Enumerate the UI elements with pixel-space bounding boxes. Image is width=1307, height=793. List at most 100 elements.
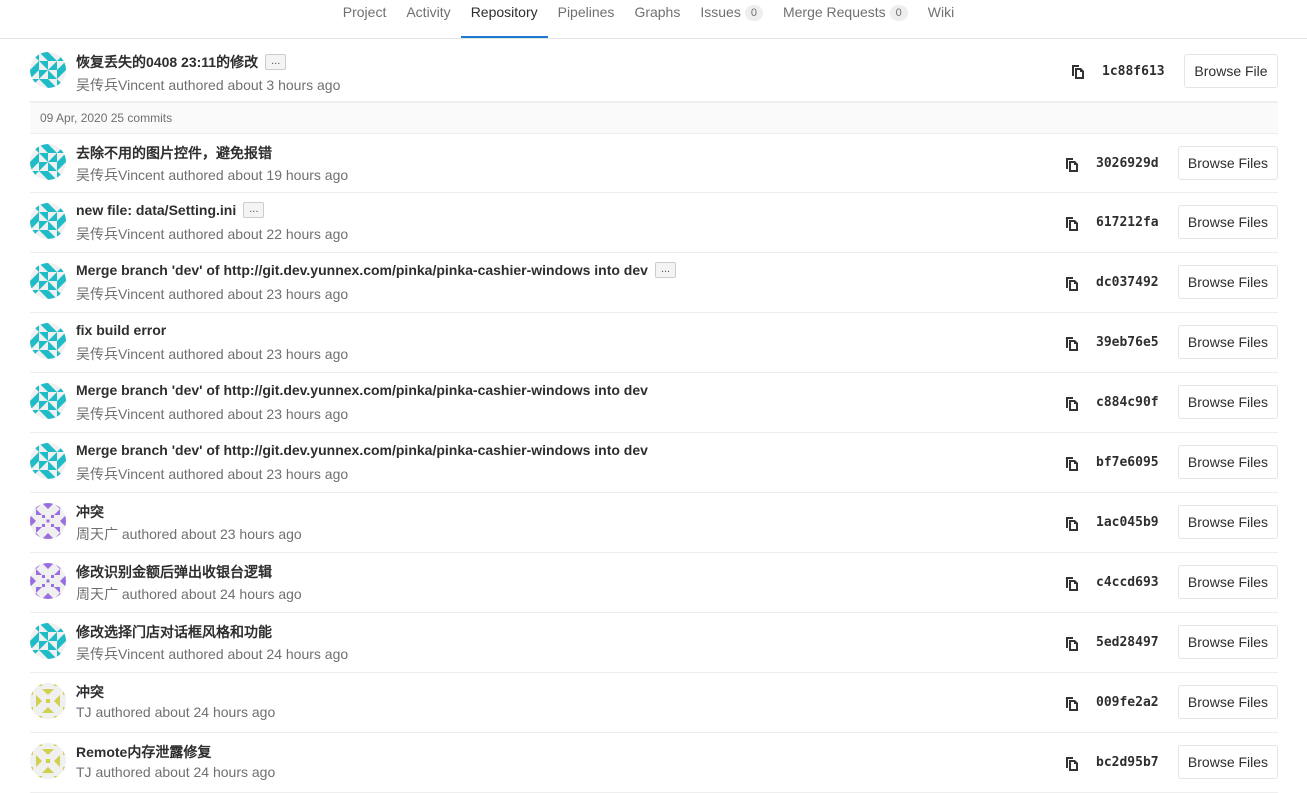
commit-sha-link[interactable]: bc2d95b7 [1096, 755, 1159, 770]
commit-title-link[interactable]: fix build error [76, 322, 166, 338]
commit-sha-link[interactable]: 39eb76e5 [1096, 335, 1159, 350]
avatar[interactable] [30, 203, 66, 239]
browse-files-button[interactable]: Browse Files [1178, 505, 1278, 539]
commit-sha-link[interactable]: 617212fa [1096, 215, 1159, 230]
tab-merge-requests[interactable]: Merge Requests 0 [773, 0, 918, 34]
commit-title-line: 去除不用的图片控件，避免报错 [76, 143, 272, 163]
commit-sha-link[interactable]: c4ccd693 [1096, 575, 1159, 590]
avatar[interactable] [30, 52, 66, 88]
commit-row: 恢复丢失的0408 23:11的修改... 吴传兵Vincent authored… [30, 39, 1278, 102]
commit-sha-link[interactable]: c884c90f [1096, 395, 1159, 410]
tab-repository[interactable]: Repository [460, 0, 548, 38]
browse-files-button[interactable]: Browse Files [1178, 325, 1278, 359]
commit-title-link[interactable]: Merge branch 'dev' of http://git.dev.yun… [76, 262, 648, 278]
tab-label: Wiki [927, 4, 955, 20]
clipboard-icon[interactable] [1065, 395, 1079, 411]
browse-files-button[interactable]: Browse Files [1178, 385, 1278, 419]
avatar[interactable] [30, 743, 66, 779]
clipboard-icon[interactable] [1065, 215, 1079, 231]
browse-files-button[interactable]: Browse Files [1178, 625, 1278, 659]
tab-activity[interactable]: Activity [396, 0, 460, 34]
browse-files-button[interactable]: Browse Files [1178, 205, 1278, 239]
commit-title-line: Remote内存泄露修复 [76, 742, 211, 762]
commit-author-meta: 吴传兵Vincent authored about 23 hours ago [76, 346, 349, 362]
avatar[interactable] [30, 323, 66, 359]
commit-sha-link[interactable]: 1c88f613 [1102, 64, 1165, 79]
browse-files-button[interactable]: Browse Files [1178, 146, 1278, 180]
expand-description-button[interactable]: ... [654, 262, 677, 278]
tab-wiki[interactable]: Wiki [918, 0, 964, 34]
tab-pipelines[interactable]: Pipelines [548, 0, 625, 34]
expand-description-button[interactable]: ... [265, 54, 287, 70]
commit-author-meta: 周天广 authored about 24 hours ago [76, 586, 302, 602]
clipboard-icon[interactable] [1065, 156, 1079, 172]
commit-sha-link[interactable]: 009fe2a2 [1096, 695, 1159, 710]
avatar[interactable] [30, 683, 66, 719]
count-badge: 0 [744, 5, 763, 21]
commit-title-link[interactable]: 去除不用的图片控件，避免报错 [76, 143, 272, 163]
clipboard-icon[interactable] [1065, 335, 1079, 351]
commit-title-line: 冲突 [76, 502, 104, 522]
tab-label: Issues [700, 4, 741, 20]
commit-sha-link[interactable]: 1ac045b9 [1096, 515, 1159, 530]
commit-sha-link[interactable]: 3026929d [1096, 156, 1159, 171]
commit-row: new file: data/Setting.ini... 吴传兵Vincent … [30, 193, 1278, 253]
clipboard-icon[interactable] [1065, 635, 1079, 651]
commit-title-link[interactable]: 修改选择门店对话框风格和功能 [76, 622, 272, 642]
commit-row: fix build error 吴传兵Vincent authored about… [30, 313, 1278, 373]
tab-graphs[interactable]: Graphs [624, 0, 690, 34]
commit-row: Merge branch 'dev' of http://git.dev.yun… [30, 433, 1278, 493]
commit-title-link[interactable]: 冲突 [76, 502, 104, 522]
day-header: 09 Apr, 2020 25 commits [30, 102, 1278, 134]
browse-files-button[interactable]: Browse Files [1178, 265, 1278, 299]
commit-author-meta: 吴传兵Vincent authored about 23 hours ago [76, 406, 349, 422]
avatar[interactable] [30, 144, 66, 180]
tab-label: Merge Requests [782, 4, 886, 20]
clipboard-icon[interactable] [1065, 755, 1079, 771]
commit-author-meta: TJ authored about 24 hours ago [76, 764, 276, 780]
clipboard-icon[interactable] [1065, 455, 1079, 471]
commit-sha-link[interactable]: 5ed28497 [1096, 635, 1159, 650]
commit-author-meta: 吴传兵Vincent authored about 23 hours ago [76, 286, 349, 302]
tab-label: Repository [470, 4, 538, 20]
commit-title-line: 恢复丢失的0408 23:11的修改... [76, 52, 287, 72]
browse-files-button[interactable]: Browse File [1184, 54, 1278, 88]
tab-project[interactable]: Project [333, 0, 397, 34]
commit-title-link[interactable]: new file: data/Setting.ini [76, 202, 236, 218]
commit-row: Merge branch 'dev' of http://git.dev.yun… [30, 373, 1278, 433]
commit-author-meta: 吴传兵Vincent authored about 23 hours ago [76, 466, 349, 482]
clipboard-icon[interactable] [1065, 695, 1079, 711]
commit-title-link[interactable]: Remote内存泄露修复 [76, 742, 211, 762]
commit-title-link[interactable]: 恢复丢失的0408 23:11的修改 [76, 52, 258, 72]
clipboard-icon[interactable] [1071, 63, 1085, 79]
browse-files-button[interactable]: Browse Files [1178, 745, 1278, 779]
avatar[interactable] [30, 443, 66, 479]
commit-title-link[interactable]: 冲突 [76, 682, 104, 702]
commit-row: 冲突 TJ authored about 24 hours ago 009fe2a2… [30, 673, 1278, 733]
commit-sha-link[interactable]: bf7e6095 [1096, 455, 1159, 470]
clipboard-icon[interactable] [1065, 515, 1079, 531]
avatar[interactable] [30, 383, 66, 419]
tab-issues[interactable]: Issues 0 [690, 0, 773, 34]
commit-title-link[interactable]: 修改识别金额后弹出收银台逻辑 [76, 562, 272, 582]
avatar[interactable] [30, 563, 66, 599]
avatar[interactable] [30, 263, 66, 299]
browse-files-button[interactable]: Browse Files [1178, 445, 1278, 479]
avatar[interactable] [30, 623, 66, 659]
commit-title-line: new file: data/Setting.ini... [76, 202, 265, 218]
clipboard-icon[interactable] [1065, 275, 1079, 291]
clipboard-icon[interactable] [1065, 575, 1079, 591]
commit-row: 修改识别金额后弹出收银台逻辑周天广 authored about 24 hour… [30, 553, 1278, 613]
commit-row: Merge branch 'dev' of http://git.dev.yun… [30, 253, 1278, 313]
commit-row: 修改选择门店对话框风格和功能吴传兵Vincent authored about … [30, 613, 1278, 673]
browse-files-button[interactable]: Browse Files [1178, 565, 1278, 599]
commit-author-meta: 吴传兵Vincent authored about 24 hours ago [76, 646, 349, 662]
browse-files-button[interactable]: Browse Files [1178, 685, 1278, 719]
commit-title-link[interactable]: Merge branch 'dev' of http://git.dev.yun… [76, 442, 648, 458]
commit-title-link[interactable]: Merge branch 'dev' of http://git.dev.yun… [76, 382, 648, 398]
avatar[interactable] [30, 503, 66, 539]
tab-label: Project [342, 4, 387, 20]
commit-title-line: 修改选择门店对话框风格和功能 [76, 622, 272, 642]
commit-sha-link[interactable]: dc037492 [1096, 275, 1159, 290]
expand-description-button[interactable]: ... [243, 202, 265, 218]
